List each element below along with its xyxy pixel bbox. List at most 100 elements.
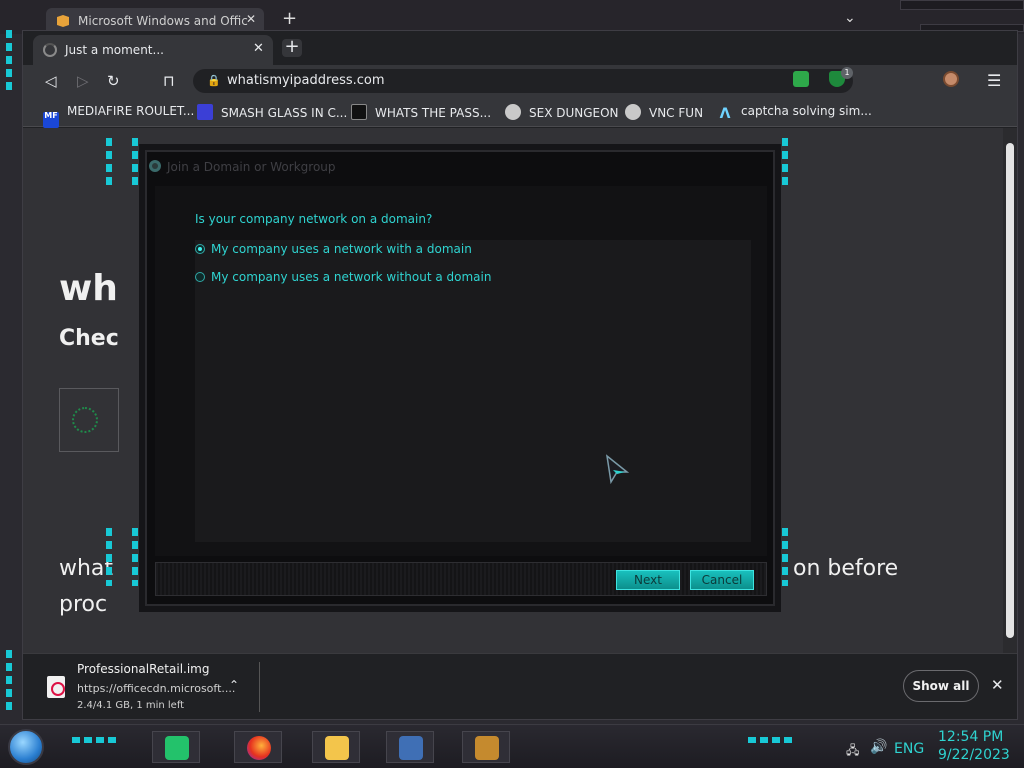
taskbar-app-firefox[interactable] xyxy=(234,731,282,763)
archive-icon xyxy=(475,736,499,760)
start-button[interactable] xyxy=(8,729,44,765)
dialog-accent-left-lower-inner xyxy=(132,528,138,586)
taskbar-app-explorer[interactable] xyxy=(312,731,360,763)
captcha-icon: Λ xyxy=(719,106,731,122)
loading-dots-icon xyxy=(72,407,98,433)
bookmark-icon[interactable]: ⊓ xyxy=(163,72,175,90)
option-label: My company uses a network without a doma… xyxy=(211,270,492,284)
bookmark-item[interactable]: SMASH GLASS IN C... xyxy=(197,104,347,120)
dialog-question: Is your company network on a domain? xyxy=(195,212,433,226)
office-icon xyxy=(57,15,69,27)
join-domain-dialog: Join a Domain or Workgroup Is your compa… xyxy=(145,150,775,606)
show-all-button[interactable]: Show all xyxy=(903,670,979,702)
option-label: My company uses a network with a domain xyxy=(211,242,472,256)
folder-icon xyxy=(325,736,349,760)
bookmarks-bar: MF MEDIAFIRE ROULET... SMASH GLASS IN C..… xyxy=(23,97,1017,128)
background-window-titlebar: Microsoft Windows and Offic ✕ + ⌄ xyxy=(0,0,1024,34)
language-indicator[interactable]: ENG xyxy=(894,741,924,757)
file-icon xyxy=(47,676,65,698)
reload-icon[interactable]: ↻ xyxy=(107,72,120,90)
scrollbar-thumb[interactable] xyxy=(1006,143,1014,638)
bookmark-item[interactable]: WHATS THE PASS... xyxy=(351,104,491,120)
download-file-name[interactable]: ProfessionalRetail.img xyxy=(77,662,209,676)
taskbar-accent xyxy=(72,737,118,743)
computer-icon xyxy=(399,736,423,760)
divider xyxy=(259,662,260,712)
taskbar: 🖧 🔊 ENG 12:54 PM 9/22/2023 xyxy=(0,724,1024,768)
clock-time[interactable]: 12:54 PM xyxy=(938,729,1003,745)
network-globe-icon xyxy=(149,160,161,172)
cancel-button[interactable]: Cancel xyxy=(690,570,754,590)
address-bar[interactable]: 🔒 whatismyipaddress.com xyxy=(193,69,853,93)
close-download-shelf-icon[interactable]: ✕ xyxy=(991,676,1004,694)
extension-badge: 1 xyxy=(841,67,853,79)
bookmark-item[interactable]: MF MEDIAFIRE ROULET... xyxy=(43,104,194,128)
profile-avatar[interactable] xyxy=(943,71,959,87)
active-tab[interactable]: Just a moment... xyxy=(33,35,273,65)
lock-icon[interactable]: 🔒 xyxy=(207,74,221,87)
bookmark-label: WHATS THE PASS... xyxy=(375,106,492,120)
taskbar-accent xyxy=(748,737,794,743)
notes-app-icon xyxy=(165,736,189,760)
address-bar-url: whatismyipaddress.com xyxy=(227,73,385,88)
taskbar-app-notes[interactable] xyxy=(152,731,200,763)
dialog-footer: Next Cancel xyxy=(155,562,767,596)
background-tab-title: Microsoft Windows and Offic xyxy=(78,14,248,28)
page-paragraph-line: proc xyxy=(59,592,108,617)
loading-spinner-icon xyxy=(43,43,57,57)
bookmark-label: VNC FUN xyxy=(649,106,704,120)
firefox-icon xyxy=(247,736,271,760)
dialog-accent-left-inner xyxy=(132,138,138,190)
mouse-cursor-icon xyxy=(605,454,629,484)
dialog-title: Join a Domain or Workgroup xyxy=(167,160,336,174)
next-button[interactable]: Next xyxy=(616,570,680,590)
tab-title: Just a moment... xyxy=(65,43,164,57)
bookmark-item[interactable]: VNC FUN xyxy=(625,104,703,120)
download-url: https://officecdn.microsoft.... xyxy=(77,682,236,695)
mediafire-icon: MF xyxy=(43,112,59,128)
option-with-domain[interactable]: My company uses a network with a domain xyxy=(195,242,472,256)
dialog-accent-left-lower xyxy=(106,528,112,586)
chevron-up-icon[interactable]: ⌃ xyxy=(229,678,239,692)
taskbar-app-archive[interactable] xyxy=(462,731,510,763)
clock-date[interactable]: 9/22/2023 xyxy=(938,747,1010,763)
chat-extension-icon[interactable] xyxy=(793,71,809,87)
password-icon xyxy=(351,104,367,120)
radio-selected-icon[interactable] xyxy=(195,244,205,254)
radio-unselected-icon[interactable] xyxy=(195,272,205,282)
dialog-accent-right-lower xyxy=(782,528,788,586)
frame-accent-left-lower xyxy=(6,650,12,710)
forward-icon[interactable]: ▷ xyxy=(77,72,89,90)
volume-icon[interactable]: 🔊 xyxy=(870,739,887,755)
background-minimize-icon[interactable]: ⌄ xyxy=(844,10,856,26)
download-status: 2.4/4.1 GB, 1 min left xyxy=(77,700,185,711)
bookmark-label: SEX DUNGEON xyxy=(529,106,619,120)
glass-icon xyxy=(197,104,213,120)
download-shelf: ProfessionalRetail.img https://officecdn… xyxy=(23,653,1017,719)
taskbar-app-sysprop[interactable] xyxy=(386,731,434,763)
bookmark-label: SMASH GLASS IN C... xyxy=(221,106,348,120)
background-tab-close-icon[interactable]: ✕ xyxy=(246,12,256,26)
page-paragraph-fragment: on before xyxy=(793,556,899,581)
captcha-box[interactable] xyxy=(59,388,119,452)
new-tab-button[interactable]: + xyxy=(282,38,302,57)
bookmark-item[interactable]: Λcaptcha solving sim... xyxy=(717,104,872,122)
options-panel: My company uses a network with a domain … xyxy=(195,240,751,542)
menu-icon[interactable]: ☰ xyxy=(987,71,1001,90)
frame-accent-left xyxy=(6,30,12,90)
page-heading: wh xyxy=(59,268,118,309)
browser-toolbar: ◁ ▷ ↻ ⊓ 🔒 whatismyipaddress.com 1 ☰ xyxy=(23,65,1017,97)
frame-stripe-top xyxy=(900,0,1024,10)
vnc-icon xyxy=(625,104,641,120)
bookmark-item[interactable]: SEX DUNGEON xyxy=(505,104,619,120)
dialog-content: Is your company network on a domain? My … xyxy=(155,186,767,556)
page-subheading: Chec xyxy=(59,326,119,351)
tab-strip: Just a moment... ✕ + xyxy=(23,31,1017,65)
background-new-tab-button[interactable]: + xyxy=(282,8,297,29)
back-icon[interactable]: ◁ xyxy=(45,72,57,90)
vnc-icon xyxy=(505,104,521,120)
page-paragraph-line: what xyxy=(59,556,114,581)
network-icon[interactable]: 🖧 xyxy=(846,741,859,762)
tab-close-icon[interactable]: ✕ xyxy=(253,41,264,56)
option-without-domain[interactable]: My company uses a network without a doma… xyxy=(195,270,491,284)
